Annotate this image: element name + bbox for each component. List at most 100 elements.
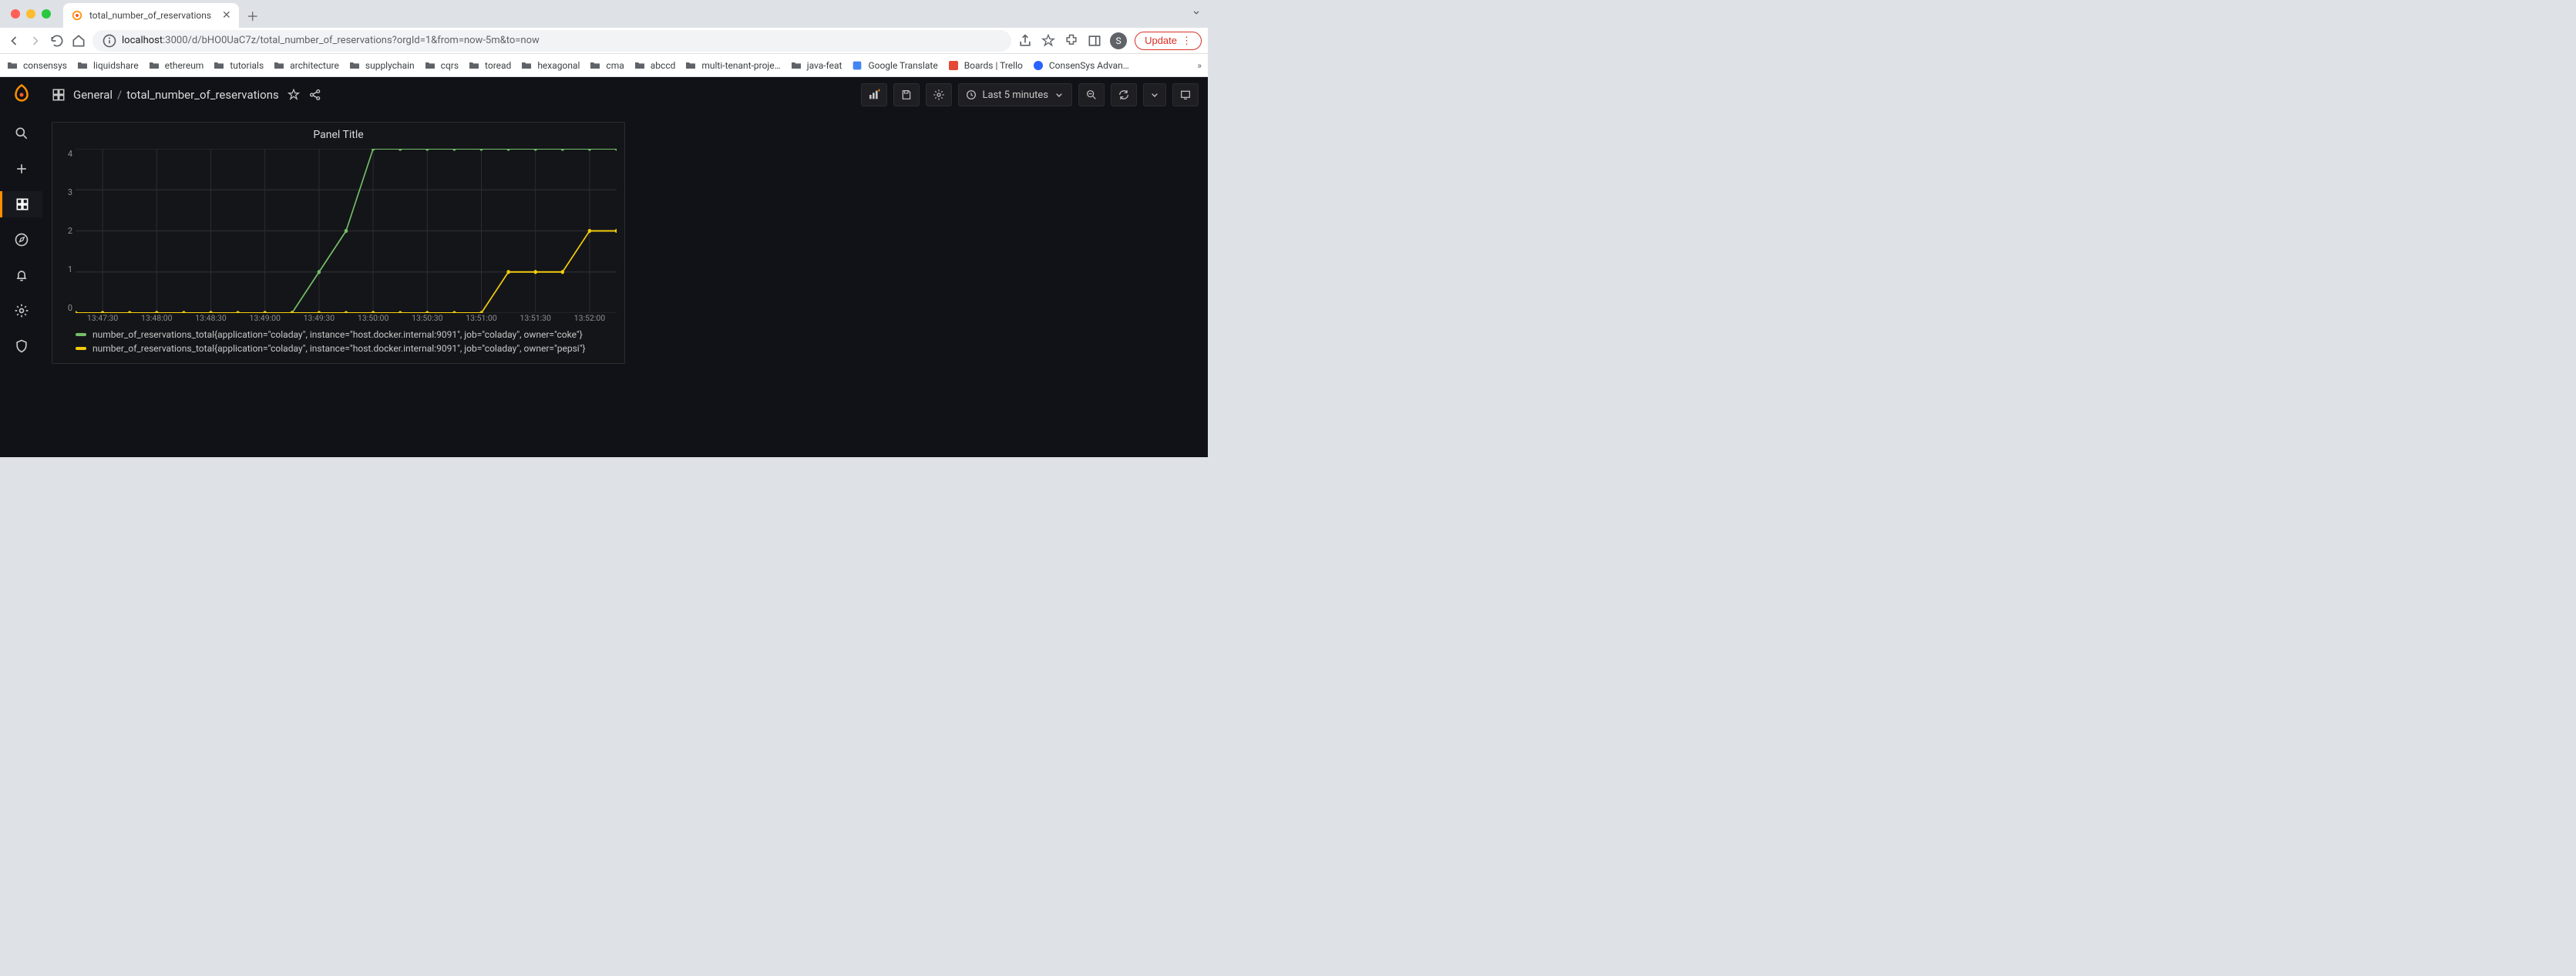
- update-label: Update: [1145, 35, 1177, 46]
- extensions-icon[interactable]: [1064, 33, 1079, 49]
- share-dashboard-icon[interactable]: [308, 88, 322, 102]
- alerting-icon[interactable]: [8, 262, 35, 288]
- x-tick: 13:49:00: [238, 313, 292, 323]
- x-tick: 13:48:30: [183, 313, 237, 323]
- bookmark-label: Google Translate: [868, 60, 937, 71]
- bookmark-item[interactable]: Boards | Trello: [947, 59, 1023, 72]
- add-panel-button[interactable]: +: [861, 83, 887, 106]
- folder-icon: [348, 59, 361, 72]
- bookmark-item[interactable]: abccd: [634, 59, 676, 72]
- chart-panel[interactable]: Panel Title 43210 13:47:3013:48:0013:48:…: [52, 122, 625, 364]
- y-tick: 0: [68, 303, 72, 313]
- folder-icon: [424, 59, 436, 72]
- address-bar[interactable]: localhost:3000/d/bHO0UaC7z/total_number_…: [92, 30, 1011, 52]
- window-maximize[interactable]: [42, 9, 51, 19]
- create-icon[interactable]: [8, 156, 35, 182]
- timerange-picker[interactable]: Last 5 minutes: [958, 83, 1072, 106]
- window-close[interactable]: [11, 9, 20, 19]
- y-axis: 43210: [59, 144, 76, 313]
- search-icon[interactable]: [8, 120, 35, 146]
- kiosk-mode-button[interactable]: [1172, 83, 1199, 106]
- bookmark-item[interactable]: Google Translate: [851, 59, 937, 72]
- site-info-icon[interactable]: [102, 33, 117, 49]
- grafana-sidebar: [0, 77, 42, 457]
- chart-plot: [76, 149, 617, 313]
- grafana-logo[interactable]: [10, 83, 33, 106]
- dashboard-settings-button[interactable]: [926, 83, 952, 106]
- forward-button[interactable]: [28, 33, 43, 49]
- bookmark-item[interactable]: hexagonal: [520, 59, 580, 72]
- bookmark-item[interactable]: java-feat: [790, 59, 842, 72]
- timerange-label: Last 5 minutes: [982, 89, 1048, 101]
- topbar-right: + Last 5 minutes: [861, 83, 1199, 106]
- refresh-button[interactable]: [1111, 83, 1137, 106]
- kebab-icon: ⋮: [1182, 35, 1192, 47]
- bookmark-label: hexagonal: [537, 60, 580, 71]
- grafana-favicon: [71, 9, 83, 22]
- svg-text:+: +: [878, 89, 880, 94]
- reload-button[interactable]: [49, 33, 65, 49]
- zoom-out-button[interactable]: [1078, 83, 1105, 106]
- bookmark-item[interactable]: cma: [589, 59, 624, 72]
- toolbar-right: S Update ⋮: [1017, 32, 1202, 50]
- admin-icon[interactable]: [8, 333, 35, 359]
- bookmarks-bar: consensys liquidshare ethereum tutorials arc…: [0, 54, 1208, 77]
- bookmark-label: Boards | Trello: [964, 60, 1023, 71]
- bookmark-label: cqrs: [441, 60, 459, 71]
- chart-legend: number_of_reservations_total{application…: [52, 323, 624, 363]
- grafana-app: General / total_number_of_reservations +: [0, 77, 1208, 457]
- explore-icon[interactable]: [8, 227, 35, 253]
- home-button[interactable]: [71, 33, 86, 49]
- folder-icon: [634, 59, 646, 72]
- browser-tab[interactable]: total_number_of_reservations ✕: [63, 3, 239, 28]
- chart-area: 43210: [52, 144, 624, 313]
- bookmark-item[interactable]: multi-tenant-proje…: [684, 59, 780, 72]
- folder-icon: [148, 59, 160, 72]
- bookmark-item[interactable]: consensys: [6, 59, 67, 72]
- legend-item[interactable]: number_of_reservations_total{application…: [76, 328, 617, 342]
- bookmark-item[interactable]: liquidshare: [76, 59, 139, 72]
- bookmark-item[interactable]: supplychain: [348, 59, 415, 72]
- bookmark-item[interactable]: architecture: [273, 59, 339, 72]
- refresh-interval-button[interactable]: [1143, 83, 1166, 106]
- x-tick: 13:47:30: [76, 313, 129, 323]
- tab-close-icon[interactable]: ✕: [222, 9, 231, 22]
- back-button[interactable]: [6, 33, 22, 49]
- folder-icon: [520, 59, 533, 72]
- save-dashboard-button[interactable]: [893, 83, 920, 106]
- update-button[interactable]: Update ⋮: [1135, 32, 1202, 50]
- bookmarks-overflow-icon[interactable]: »: [1197, 60, 1202, 71]
- breadcrumb-dashboard[interactable]: total_number_of_reservations: [126, 88, 279, 102]
- bookmark-item[interactable]: cqrs: [424, 59, 459, 72]
- share-icon[interactable]: [1017, 33, 1033, 49]
- bookmark-item[interactable]: ethereum: [148, 59, 204, 72]
- folder-icon: [468, 59, 480, 72]
- legend-label: number_of_reservations_total{application…: [92, 343, 586, 354]
- x-tick: 13:50:30: [400, 313, 454, 323]
- breadcrumb-folder[interactable]: General: [73, 88, 113, 102]
- tabs-menu-icon[interactable]: [1191, 6, 1202, 21]
- bookmark-item[interactable]: toread: [468, 59, 511, 72]
- bookmark-item[interactable]: tutorials: [213, 59, 264, 72]
- settings-icon[interactable]: [8, 298, 35, 324]
- bookmark-label: cma: [606, 60, 624, 71]
- legend-item[interactable]: number_of_reservations_total{application…: [76, 342, 617, 355]
- star-dashboard-icon[interactable]: [287, 88, 301, 102]
- dashboard-topbar: General / total_number_of_reservations +: [42, 77, 1208, 113]
- sidepanel-icon[interactable]: [1087, 33, 1102, 49]
- bookmark-star-icon[interactable]: [1041, 33, 1056, 49]
- profile-avatar[interactable]: S: [1110, 32, 1127, 49]
- window-minimize[interactable]: [26, 9, 35, 19]
- window-controls: [6, 9, 51, 19]
- new-tab-button[interactable]: ＋: [247, 6, 259, 25]
- dashboards-icon[interactable]: [0, 191, 42, 217]
- panel-grid-icon[interactable]: [52, 88, 66, 102]
- bookmark-item[interactable]: ConsenSys Advan…: [1032, 59, 1129, 72]
- y-tick: 1: [68, 264, 72, 274]
- grafana-main: General / total_number_of_reservations +: [42, 77, 1208, 457]
- x-tick: 13:51:30: [509, 313, 563, 323]
- browser-tab-strip: total_number_of_reservations ✕ ＋: [0, 0, 1208, 28]
- folder-icon: [589, 59, 601, 72]
- x-tick: 13:48:00: [129, 313, 183, 323]
- bookmark-label: consensys: [23, 60, 67, 71]
